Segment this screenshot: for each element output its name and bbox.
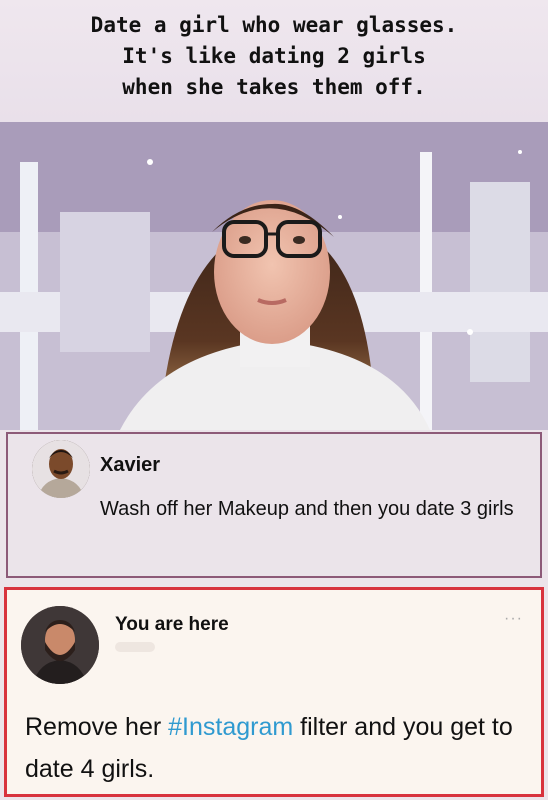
avatar-xavier[interactable] [32,440,90,498]
comment-author-name[interactable]: You are here [115,614,229,636]
comment-text: Wash off her Makeup and then you date 3 … [100,498,514,520]
photo-illustration [0,122,548,430]
comment-you-are-here: You are here ··· Remove her #Instagram f… [4,587,544,797]
caption-line-2: It's like dating 2 girls [122,44,426,68]
comment-author-name[interactable]: Xavier [100,454,160,477]
hashtag-link[interactable]: #Instagram [168,713,293,741]
comment-text: Remove her #Instagram filter and you get… [25,706,535,790]
blurred-handle [115,642,155,652]
avatar-bearded-man-icon [21,606,99,684]
avatar-user[interactable] [21,606,99,684]
woman-with-glasses-photo [0,122,548,430]
caption-line-1: Date a girl who wear glasses. [90,13,458,37]
caption-line-3: when she takes them off. [122,75,426,99]
comment-text-before: Remove her [25,713,169,741]
meme-caption: Date a girl who wear glasses. It's like … [0,0,548,122]
more-options-icon[interactable]: ··· [504,610,523,628]
avatar-man-icon [32,440,90,498]
comment-xavier: Xavier Wash off her Makeup and then you … [6,432,542,578]
